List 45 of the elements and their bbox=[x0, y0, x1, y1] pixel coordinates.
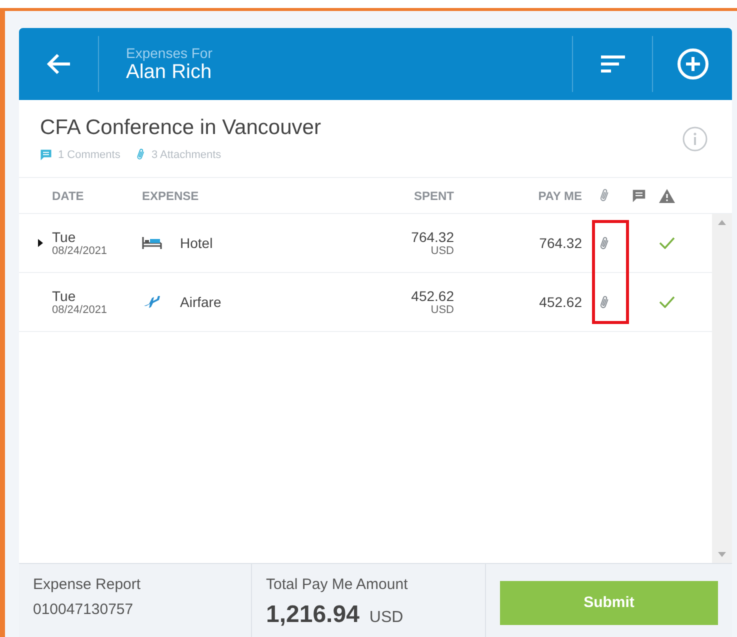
expense-date: 08/24/2021 bbox=[52, 245, 108, 257]
bed-icon bbox=[142, 236, 162, 250]
spent-amount: 452.62 bbox=[411, 288, 454, 304]
column-header: PAY ME bbox=[537, 188, 582, 202]
paperclip-icon bbox=[598, 188, 610, 203]
report-label: Expense Report bbox=[33, 576, 142, 593]
pay-me-amount: 764.32 bbox=[538, 235, 582, 251]
comment-icon bbox=[40, 148, 52, 160]
expense-name: Airfare bbox=[180, 294, 222, 310]
expense-date: 08/24/2021 bbox=[52, 304, 108, 316]
paperclip-icon bbox=[598, 236, 610, 250]
report-title: CFA Conference in Vancouver bbox=[40, 116, 322, 140]
header-title: Alan Rich bbox=[126, 60, 213, 84]
expand-triangle-icon[interactable] bbox=[38, 239, 43, 247]
attachments-count: 3 Attachments bbox=[151, 148, 222, 160]
header-subtitle: Expenses For bbox=[126, 44, 214, 60]
paperclip-icon bbox=[598, 294, 610, 310]
pay-me-amount: 452.62 bbox=[538, 294, 582, 310]
spent-currency: USD bbox=[430, 245, 454, 257]
scroll-up-icon[interactable] bbox=[718, 220, 726, 225]
column-header: DATE bbox=[52, 188, 85, 202]
paperclip-icon bbox=[136, 148, 146, 161]
report-number: 010047130757 bbox=[33, 601, 134, 618]
total-amount: 1,216.94 bbox=[266, 601, 360, 629]
expense-name: Hotel bbox=[180, 235, 214, 251]
scroll-down-icon[interactable] bbox=[718, 552, 726, 557]
expense-day: Tue bbox=[52, 288, 76, 304]
column-header: SPENT bbox=[412, 188, 454, 202]
scrollbar[interactable] bbox=[712, 214, 732, 563]
back-arrow-icon bbox=[46, 52, 72, 76]
expense-row[interactable]: Tue 08/24/2021 Airfare 452.62 USD 452.62 bbox=[19, 273, 712, 332]
comment-icon bbox=[632, 188, 646, 202]
check-icon bbox=[659, 237, 675, 249]
warning-icon bbox=[659, 188, 675, 202]
sort-icon bbox=[598, 54, 626, 74]
expense-row[interactable]: Tue 08/24/2021 Hotel 764.32 USD 764.32 bbox=[19, 214, 712, 273]
add-icon bbox=[676, 48, 708, 80]
check-icon bbox=[659, 296, 675, 308]
total-currency: USD bbox=[369, 609, 404, 627]
spent-currency: USD bbox=[430, 304, 454, 316]
comments-count: 1 Comments bbox=[58, 148, 120, 160]
spent-amount: 764.32 bbox=[411, 229, 454, 245]
column-header: EXPENSE bbox=[142, 188, 200, 202]
total-label: Total Pay Me Amount bbox=[266, 576, 409, 593]
expense-day: Tue bbox=[52, 229, 76, 245]
